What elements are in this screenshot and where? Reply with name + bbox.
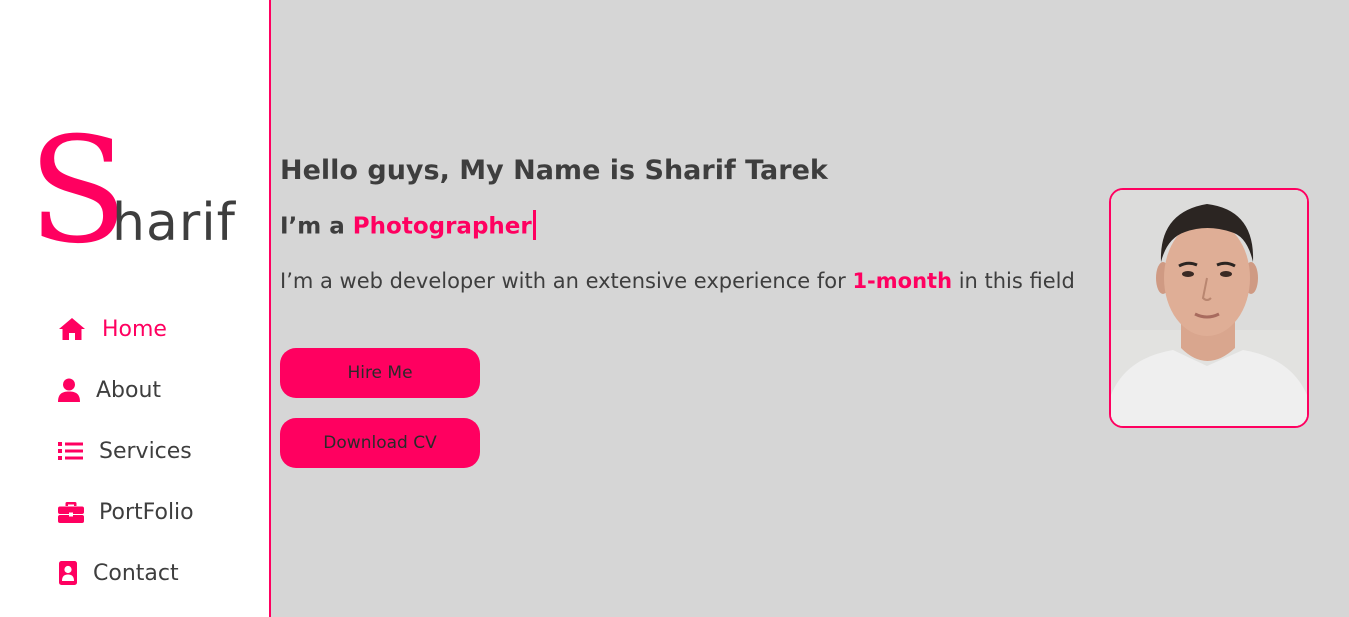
typing-caret bbox=[532, 210, 536, 240]
nav-item-portfolio[interactable]: PortFolio bbox=[58, 493, 194, 531]
profile-photo bbox=[1109, 188, 1309, 428]
logo[interactable]: S harif bbox=[28, 118, 258, 264]
intro-description: I’m a web developer with an extensive ex… bbox=[280, 266, 1090, 297]
download-cv-button[interactable]: Download CV bbox=[280, 418, 480, 468]
nav-label-about: About bbox=[96, 377, 162, 403]
profile-portrait-illustration bbox=[1111, 190, 1307, 426]
nav-label-home: Home bbox=[102, 316, 167, 342]
desc-text-start: I’m a web developer with an extensive ex… bbox=[280, 269, 853, 293]
role-line: I’m a Photographer bbox=[280, 210, 536, 242]
home-icon bbox=[58, 317, 88, 341]
list-icon bbox=[58, 439, 85, 463]
greeting-heading: Hello guys, My Name is Sharif Tarek bbox=[280, 155, 828, 186]
hero-section: Hello guys, My Name is Sharif Tarek I’m … bbox=[280, 0, 1349, 617]
nav-item-services[interactable]: Services bbox=[58, 432, 194, 470]
hire-me-button[interactable]: Hire Me bbox=[280, 348, 480, 398]
nav-item-home[interactable]: Home bbox=[58, 310, 194, 348]
briefcase-icon bbox=[58, 500, 85, 524]
desc-text-end: in this field bbox=[952, 269, 1075, 293]
main-nav: Home About Services PortFolio Contact bbox=[58, 310, 194, 615]
nav-label-services: Services bbox=[99, 438, 192, 464]
user-icon bbox=[58, 378, 82, 402]
contact-icon bbox=[58, 561, 79, 585]
sidebar: S harif Home About Services PortFolio Co… bbox=[0, 0, 271, 617]
nav-label-portfolio: PortFolio bbox=[99, 499, 194, 525]
logo-text: harif bbox=[112, 193, 236, 253]
nav-item-contact[interactable]: Contact bbox=[58, 554, 194, 592]
role-prefix: I’m a bbox=[280, 213, 353, 240]
role-typed-text: Photographer bbox=[352, 213, 532, 240]
desc-highlight: 1-month bbox=[852, 269, 953, 293]
nav-label-contact: Contact bbox=[93, 560, 179, 586]
nav-item-about[interactable]: About bbox=[58, 371, 194, 409]
